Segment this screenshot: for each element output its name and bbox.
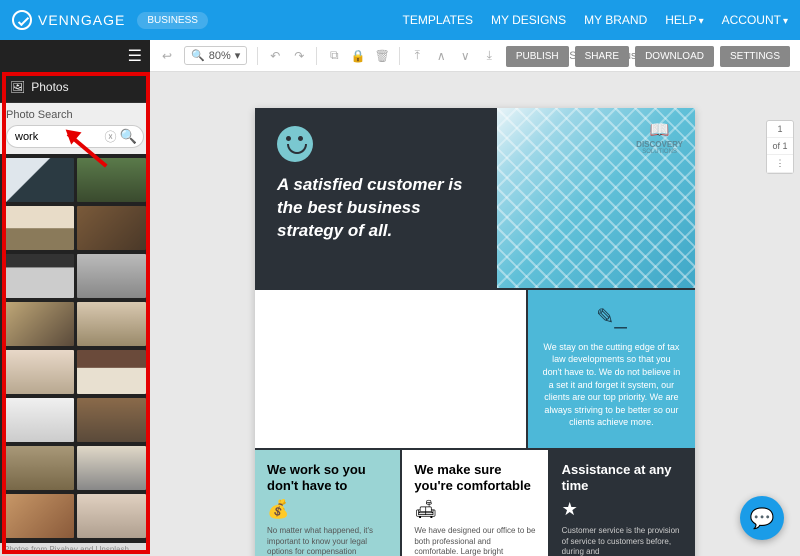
photo-thumb[interactable] (4, 446, 74, 490)
photo-thumb[interactable] (77, 302, 147, 346)
photo-thumb[interactable] (4, 494, 74, 538)
columns-section: We work so you don't have to 💰 No matter… (255, 448, 695, 556)
col-title[interactable]: We make sure you're comfortable (414, 462, 535, 493)
panel-header: 🖼 Photos (0, 72, 150, 103)
nav-my-designs[interactable]: MY DESIGNS (491, 13, 566, 27)
col-body[interactable]: No matter what happened, it's important … (267, 526, 388, 556)
photo-grid (0, 154, 150, 543)
search-input[interactable] (13, 129, 102, 145)
photo-thumb[interactable] (77, 206, 147, 250)
brand-name-text: DISCOVERY (636, 140, 683, 149)
chat-icon: 💬 (750, 506, 775, 531)
col-body[interactable]: We have designed our office to be both p… (414, 526, 535, 556)
photo-thumb[interactable] (4, 302, 74, 346)
nav-help[interactable]: HELP (665, 13, 703, 27)
hero-section: A satisfied customer is the best busines… (255, 108, 695, 288)
hero-image[interactable]: 📖 DISCOVERY SOLUTIONS (497, 108, 695, 288)
photo-thumb[interactable] (4, 398, 74, 442)
search-row: ⓧ 🔍 (6, 125, 144, 148)
photo-sidebar: 🖼 Photos Photo Search ⓧ 🔍 Photos from Pi… (0, 72, 150, 556)
search-label: Photo Search (6, 109, 144, 121)
image-icon: 🖼 (10, 80, 25, 94)
photo-thumb[interactable] (77, 494, 147, 538)
page-total: of 1 (767, 138, 793, 155)
top-nav: TEMPLATES MY DESIGNS MY BRAND HELP ACCOU… (403, 13, 789, 27)
column-2[interactable]: We make sure you're comfortable 🛋 We hav… (400, 450, 549, 556)
couch-icon: 🛋 (414, 499, 535, 520)
plan-badge[interactable]: BUSINESS (137, 12, 208, 29)
nav-my-brand[interactable]: MY BRAND (584, 13, 647, 27)
action-buttons: PUBLISH SHARE DOWNLOAD SETTINGS (506, 46, 790, 67)
download-button[interactable]: DOWNLOAD (635, 46, 714, 67)
chat-button[interactable]: 💬 (740, 496, 784, 540)
zoom-value: 80% (209, 50, 231, 62)
photo-credit: Photos from Pixabay and Unsplash (0, 543, 150, 556)
nav-templates[interactable]: TEMPLATES (403, 13, 473, 27)
brand-logo[interactable]: 📖 DISCOVERY SOLUTIONS (636, 120, 683, 155)
bring-front-icon[interactable]: ⤒ (410, 49, 424, 63)
search-area: Photo Search ⓧ 🔍 (0, 103, 150, 154)
panel-title: Photos (31, 80, 68, 94)
smiley-icon[interactable] (277, 126, 313, 162)
search-icon[interactable]: 🔍 (120, 128, 137, 145)
zoom-control[interactable]: 🔍 80% ▾ (184, 46, 247, 65)
photo-thumb[interactable] (77, 398, 147, 442)
photo-thumb[interactable] (77, 350, 147, 394)
hamburger-icon[interactable]: ☰ (128, 46, 142, 66)
mid-text-block[interactable]: ✎_ We stay on the cutting edge of tax la… (528, 290, 695, 448)
book-icon: 📖 (636, 120, 683, 140)
nav-account[interactable]: ACCOUNT (722, 13, 788, 27)
photo-thumb[interactable] (4, 158, 74, 202)
publish-button[interactable]: PUBLISH (506, 46, 569, 67)
star-icon: ★ (562, 499, 683, 520)
column-3[interactable]: Assistance at any time ★ Customer servic… (550, 450, 695, 556)
photo-thumb[interactable] (4, 254, 74, 298)
copy-icon[interactable]: ⧉ (327, 49, 341, 63)
col-title[interactable]: Assistance at any time (562, 462, 683, 493)
canvas-area[interactable]: 1 of 1 ⋮ A satisfied customer is the bes… (150, 72, 800, 556)
logo[interactable]: VENNGAGE (12, 10, 125, 30)
photo-thumb[interactable] (4, 350, 74, 394)
brand-name: VENNGAGE (38, 12, 125, 28)
lock-icon[interactable]: 🔒 (351, 49, 365, 63)
flyer-canvas[interactable]: A satisfied customer is the best busines… (255, 108, 695, 556)
column-1[interactable]: We work so you don't have to 💰 No matter… (255, 450, 400, 556)
hero-title[interactable]: A satisfied customer is the best busines… (277, 174, 475, 243)
clear-search-icon[interactable]: ⓧ (105, 128, 117, 145)
undo-icon[interactable]: ↶ (268, 49, 282, 63)
top-bar: VENNGAGE BUSINESS TEMPLATES MY DESIGNS M… (0, 0, 800, 40)
money-icon: 💰 (267, 499, 388, 520)
photo-thumb[interactable] (77, 254, 147, 298)
col-body[interactable]: Customer service is the provision of ser… (562, 526, 683, 556)
sidebar-toggle-area: ☰ (0, 40, 150, 72)
page-control[interactable]: 1 of 1 ⋮ (766, 120, 794, 174)
redo-icon[interactable]: ↷ (292, 49, 306, 63)
settings-button[interactable]: SETTINGS (720, 46, 790, 67)
page-current: 1 (767, 121, 793, 138)
move-up-icon[interactable]: ∧ (434, 49, 448, 63)
mid-section: ✎_ We stay on the cutting edge of tax la… (255, 288, 695, 448)
mid-text[interactable]: We stay on the cutting edge of tax law d… (542, 341, 681, 429)
pen-icon: ✎_ (542, 302, 681, 333)
page-more-icon[interactable]: ⋮ (767, 155, 793, 173)
hero-text-block[interactable]: A satisfied customer is the best busines… (255, 108, 497, 288)
photo-thumb[interactable] (4, 206, 74, 250)
logo-icon (12, 10, 32, 30)
delete-icon[interactable]: 🗑 (375, 49, 389, 63)
undo-stack-icon[interactable]: ↩ (160, 49, 174, 63)
move-down-icon[interactable]: ∨ (458, 49, 472, 63)
col-title[interactable]: We work so you don't have to (267, 462, 388, 493)
photo-thumb[interactable] (77, 158, 147, 202)
share-button[interactable]: SHARE (575, 46, 629, 67)
send-back-icon[interactable]: ⤓ (482, 49, 496, 63)
brand-sub: SOLUTIONS (636, 149, 683, 155)
photo-thumb[interactable] (77, 446, 147, 490)
mid-image-placeholder[interactable] (255, 290, 528, 448)
